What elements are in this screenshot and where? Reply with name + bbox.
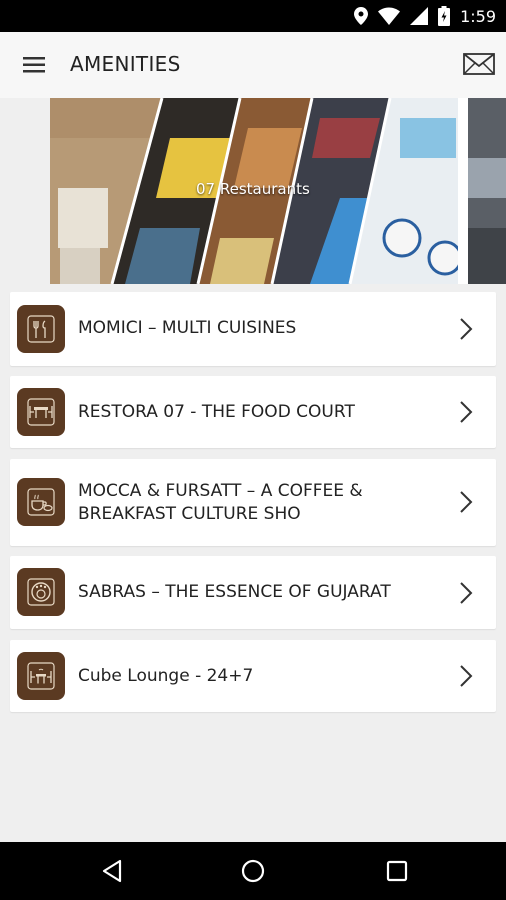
list-item-label: MOCCA & FURSATT – A COFFEE & BREAKFAST C… <box>78 481 363 524</box>
mail-button[interactable] <box>462 50 496 78</box>
hamburger-icon <box>23 57 45 73</box>
battery-icon <box>438 6 451 26</box>
menu-button[interactable] <box>20 51 50 79</box>
page-title: AMENITIES <box>70 52 181 76</box>
navigation-bar <box>0 842 506 900</box>
status-bar: 1:59 <box>0 0 506 32</box>
cutlery-icon <box>17 305 65 353</box>
coffee-breakfast-icon <box>17 478 65 526</box>
restaurants-banner[interactable]: 07 Restaurants <box>50 98 506 284</box>
back-button[interactable] <box>100 859 124 883</box>
recents-square-icon <box>386 860 408 882</box>
list-item[interactable]: MOCCA & FURSATT – A COFFEE & BREAKFAST C… <box>10 459 496 546</box>
app-bar: AMENITIES <box>0 32 506 98</box>
home-circle-icon <box>241 859 265 883</box>
thali-icon <box>17 568 65 616</box>
list-item-label: RESTORA 07 - THE FOOD COURT <box>78 402 355 422</box>
chevron-right-icon <box>460 491 473 513</box>
list-item[interactable]: RESTORA 07 - THE FOOD COURT <box>10 376 496 448</box>
list-item-label: Cube Lounge - 24+7 <box>78 666 254 686</box>
dining-table-icon <box>17 388 65 436</box>
list-item-label: MOMICI – MULTI CUISINES <box>78 318 297 338</box>
list-item-label: SABRAS – THE ESSENCE OF GUJARAT <box>78 582 391 602</box>
chevron-right-icon <box>460 401 473 423</box>
chevron-right-icon <box>460 665 473 687</box>
recents-button[interactable] <box>385 859 409 883</box>
lounge-icon <box>17 652 65 700</box>
status-time: 1:59 <box>460 6 496 26</box>
list-item[interactable]: Cube Lounge - 24+7 <box>10 640 496 712</box>
wifi-icon <box>378 7 401 25</box>
chevron-right-icon <box>460 582 473 604</box>
chevron-right-icon <box>460 318 473 340</box>
banner-caption: 07 Restaurants <box>196 180 310 198</box>
envelope-icon <box>463 53 495 75</box>
status-icons: 1:59 <box>354 0 496 32</box>
signal-icon <box>410 7 429 25</box>
back-triangle-icon <box>102 859 122 883</box>
location-icon <box>354 7 369 25</box>
home-button[interactable] <box>241 859 265 883</box>
list-item[interactable]: SABRAS – THE ESSENCE OF GUJARAT <box>10 556 496 629</box>
list-item[interactable]: MOMICI – MULTI CUISINES <box>10 292 496 366</box>
